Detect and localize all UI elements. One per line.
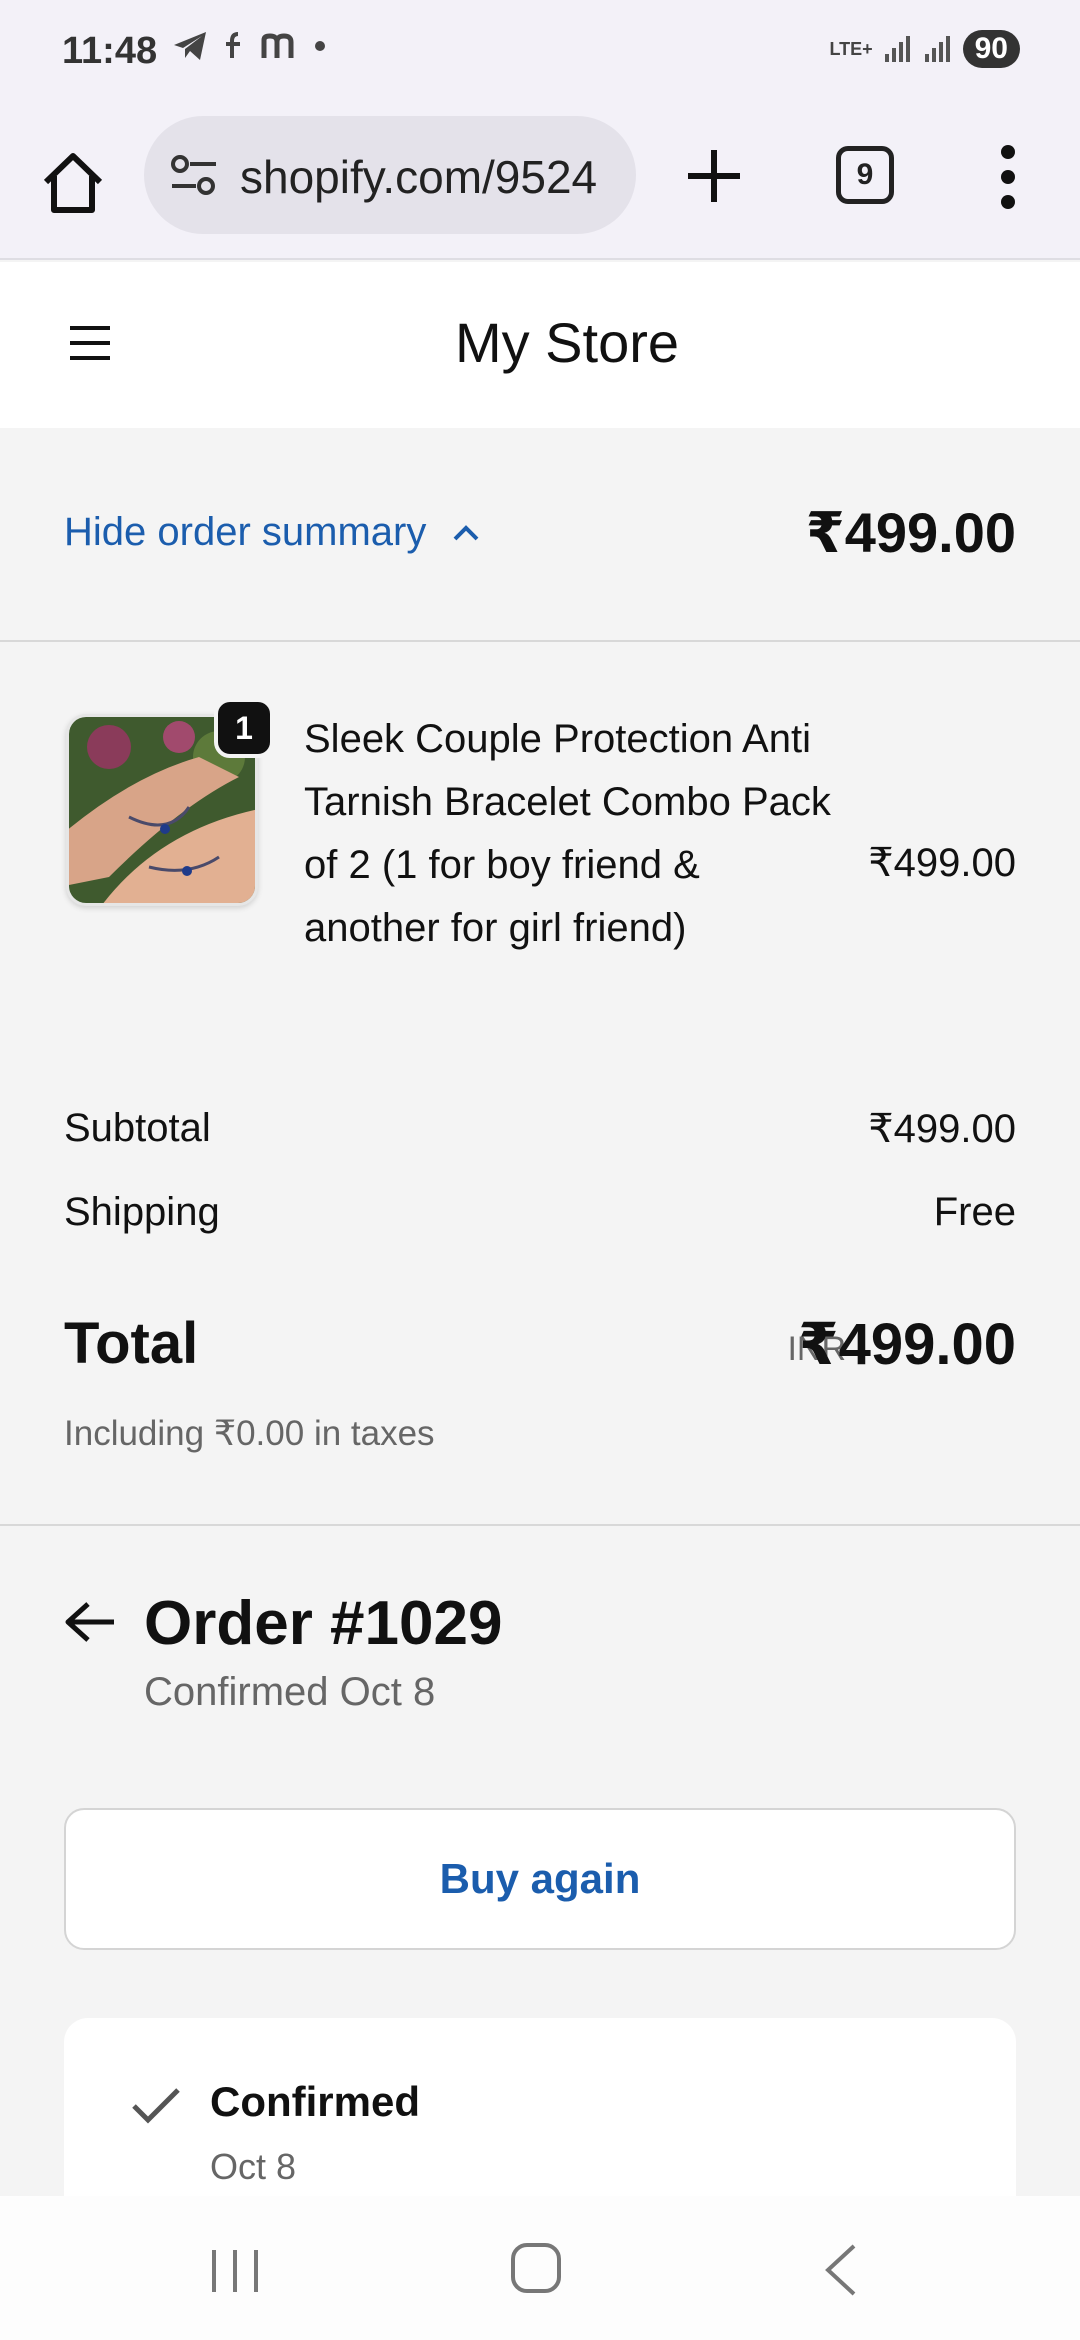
shipping-label: Shipping bbox=[64, 1190, 220, 1234]
back-nav-icon[interactable] bbox=[820, 2242, 860, 2298]
order-subtitle: Confirmed Oct 8 bbox=[144, 1670, 436, 1714]
url-text: shopify.com/9524 bbox=[240, 151, 598, 203]
notification-icons bbox=[172, 30, 326, 62]
divider bbox=[0, 1524, 1080, 1526]
status-date: Oct 8 bbox=[210, 2146, 297, 2187]
shipping-row: Shipping Free bbox=[64, 1190, 1016, 1235]
signal-icon bbox=[884, 36, 910, 62]
hide-order-summary-link[interactable]: Hide order summary bbox=[64, 510, 480, 555]
chevron-up-icon bbox=[453, 524, 479, 540]
summary-total: ₹499.00 bbox=[805, 501, 1016, 564]
status-time: 11:48 bbox=[62, 30, 158, 72]
address-bar[interactable]: shopify.com/9524 bbox=[144, 116, 636, 234]
f-icon bbox=[226, 32, 240, 58]
status-bar: 11:48 LTE+ 90 bbox=[0, 0, 1080, 108]
order-summary-toggle[interactable]: Hide order summary ₹499.00 bbox=[0, 428, 1080, 642]
telegram-icon bbox=[174, 32, 206, 60]
order-title: Order #1029 bbox=[144, 1589, 503, 1658]
system-icons: LTE+ 90 bbox=[829, 30, 1020, 68]
shipping-value: Free bbox=[933, 1190, 1016, 1234]
back-arrow-icon[interactable] bbox=[64, 1600, 116, 1644]
home-icon[interactable] bbox=[38, 148, 108, 218]
site-settings-icon[interactable] bbox=[170, 154, 218, 198]
battery-indicator: 90 bbox=[962, 30, 1020, 68]
store-header: My Store bbox=[0, 262, 1080, 428]
product-name: Sleek Couple Protection Anti Tarnish Bra… bbox=[304, 717, 831, 950]
browser-toolbar: shopify.com/9524 9 bbox=[0, 108, 1080, 260]
system-nav-bar bbox=[0, 2196, 1080, 2340]
total-label: Total bbox=[64, 1311, 199, 1376]
subtotal-value: ₹499.00 bbox=[868, 1107, 1016, 1151]
status-title: Confirmed bbox=[210, 2078, 420, 2125]
more-vert-icon[interactable] bbox=[996, 144, 1020, 210]
subtotal-row: Subtotal ₹499.00 bbox=[64, 1106, 1016, 1151]
check-icon bbox=[132, 2088, 180, 2124]
m-icon bbox=[261, 33, 294, 58]
quantity-badge: 1 bbox=[214, 698, 274, 758]
total-amount: ₹499.00 bbox=[798, 1312, 1016, 1377]
taxes-note: Including ₹0.00 in taxes bbox=[64, 1414, 435, 1453]
dot-icon bbox=[315, 41, 325, 51]
product-price: ₹499.00 bbox=[868, 841, 1016, 885]
plus-icon[interactable] bbox=[684, 146, 744, 206]
subtotal-label: Subtotal bbox=[64, 1106, 211, 1150]
network-type: LTE+ bbox=[829, 39, 873, 59]
signal-icon bbox=[924, 36, 950, 62]
tabs-count-button[interactable]: 9 bbox=[836, 146, 894, 204]
buy-again-button[interactable]: Buy again bbox=[64, 1808, 1016, 1950]
store-title[interactable]: My Store bbox=[0, 310, 1080, 375]
home-nav-icon[interactable] bbox=[510, 2242, 562, 2294]
toggle-label: Hide order summary bbox=[64, 510, 427, 554]
recent-apps-icon[interactable] bbox=[208, 2248, 262, 2294]
